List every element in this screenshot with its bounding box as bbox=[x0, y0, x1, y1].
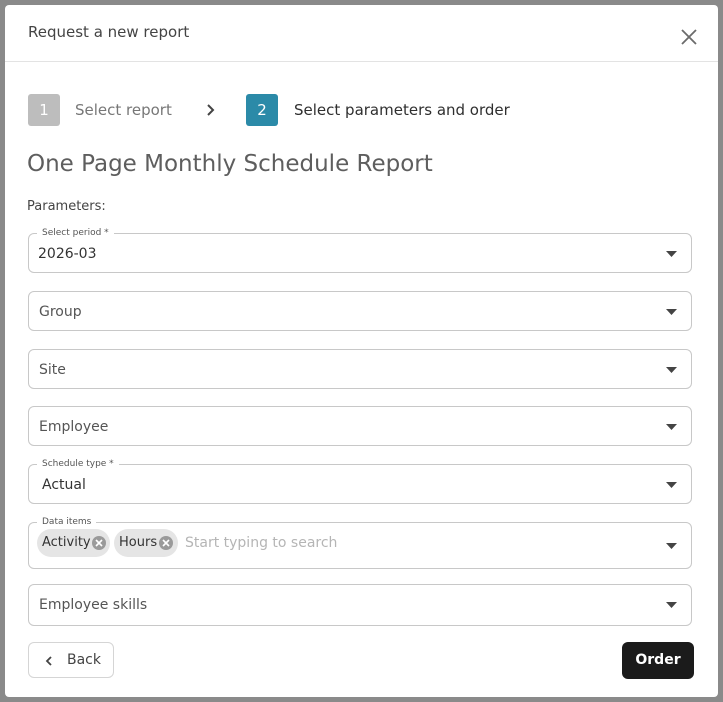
data-items-legend: Data items bbox=[37, 515, 97, 529]
dropdown-arrow-icon bbox=[666, 602, 677, 608]
parameters-label: Parameters: bbox=[27, 199, 106, 214]
site-select-placeholder: Site bbox=[39, 362, 66, 378]
chevron-left-icon bbox=[45, 656, 52, 666]
chip-hours-label: Hours bbox=[119, 535, 158, 550]
employee-select[interactable]: Employee bbox=[28, 406, 692, 446]
dialog-title: Request a new report bbox=[28, 23, 190, 41]
step-2-number: 2 bbox=[246, 94, 278, 126]
employee-skills-select[interactable]: Employee skills bbox=[28, 584, 692, 626]
step-1-number[interactable]: 1 bbox=[28, 94, 60, 126]
employee-select-placeholder: Employee bbox=[39, 419, 109, 435]
period-select-legend: Select period * bbox=[37, 226, 114, 240]
chip-activity-label: Activity bbox=[42, 535, 91, 550]
dropdown-arrow-icon bbox=[666, 424, 677, 430]
period-select-value: 2026-03 bbox=[38, 246, 97, 262]
chip-hours: Hours bbox=[114, 529, 178, 557]
employee-skills-placeholder: Employee skills bbox=[39, 597, 148, 613]
data-items-multiselect[interactable]: Data items Activity Hours bbox=[28, 515, 692, 569]
dropdown-arrow-icon bbox=[666, 367, 677, 373]
dropdown-arrow-icon bbox=[666, 482, 677, 488]
schedule-type-select[interactable]: Schedule type * Actual bbox=[28, 457, 692, 504]
dropdown-arrow-icon bbox=[666, 251, 677, 257]
period-select[interactable]: Select period * 2026-03 bbox=[28, 226, 692, 273]
dropdown-arrow-icon bbox=[666, 543, 677, 549]
chevron-right-icon bbox=[207, 104, 215, 116]
order-button[interactable]: Order bbox=[622, 642, 694, 679]
stepper: 1 Select report 2 Select parameters and … bbox=[28, 94, 708, 126]
close-icon bbox=[681, 29, 697, 45]
report-request-dialog: Request a new report 1 Select report 2 S… bbox=[5, 5, 718, 697]
site-select[interactable]: Site bbox=[28, 349, 692, 389]
dropdown-arrow-icon bbox=[666, 309, 677, 315]
chip-remove-icon[interactable] bbox=[92, 536, 106, 550]
back-button-label: Back bbox=[67, 652, 101, 668]
report-title: One Page Monthly Schedule Report bbox=[27, 151, 433, 177]
data-items-search-input[interactable] bbox=[185, 535, 515, 551]
step-2-label: Select parameters and order bbox=[294, 101, 510, 119]
step-1-label[interactable]: Select report bbox=[75, 101, 172, 119]
group-select[interactable]: Group bbox=[28, 291, 692, 331]
chip-activity: Activity bbox=[37, 529, 110, 557]
close-button[interactable] bbox=[679, 27, 699, 47]
back-button[interactable]: Back bbox=[28, 642, 114, 678]
schedule-type-value: Actual bbox=[42, 477, 86, 493]
chip-remove-icon[interactable] bbox=[159, 536, 173, 550]
dialog-header: Request a new report bbox=[5, 5, 718, 62]
schedule-type-legend: Schedule type * bbox=[37, 457, 119, 471]
group-select-placeholder: Group bbox=[39, 304, 82, 320]
